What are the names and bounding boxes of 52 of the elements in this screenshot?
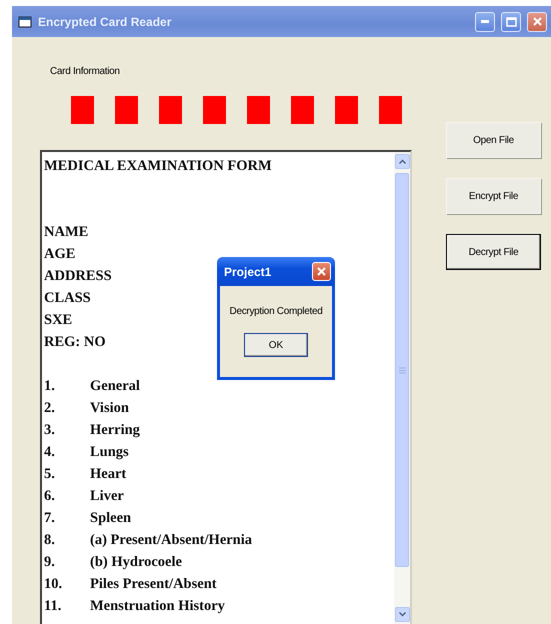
form-field-label: ADDRESS — [44, 267, 112, 286]
dialog-close-button[interactable] — [312, 262, 331, 281]
chevron-down-icon — [398, 612, 406, 617]
minimize-button[interactable] — [475, 12, 495, 32]
action-button[interactable]: Decrypt File — [446, 234, 541, 270]
item-label: Spleen — [90, 509, 132, 528]
scroll-down-button[interactable] — [394, 607, 410, 622]
item-label: Heart — [90, 465, 128, 484]
close-icon — [532, 16, 542, 27]
item-label: Liver — [90, 487, 125, 506]
action-button[interactable]: Open File — [446, 122, 541, 158]
item-number: 1. — [44, 377, 56, 396]
form-field-label: AGE — [44, 245, 76, 264]
item-number: 8. — [44, 531, 56, 550]
item-number: 9. — [44, 553, 56, 572]
close-icon — [316, 266, 327, 277]
maximize-icon — [506, 16, 516, 26]
dialog-title: Project1 — [224, 264, 272, 278]
window-title: Encrypted Card Reader — [38, 14, 172, 28]
item-number: 4. — [44, 443, 56, 462]
item-number: 5. — [44, 465, 56, 484]
app-icon — [18, 16, 32, 28]
minimize-icon — [481, 20, 489, 23]
chevron-up-icon — [398, 159, 406, 164]
document-title: MEDICAL EXAMINATION FORM — [44, 157, 272, 176]
form-field-label: SXE — [44, 311, 72, 330]
dialog-message: Decryption Completed — [230, 306, 322, 317]
document-text-box[interactable] — [40, 150, 412, 624]
item-number: 2. — [44, 399, 56, 418]
item-label: Lungs — [90, 443, 130, 462]
item-label: Herring — [90, 421, 141, 440]
scroll-up-button[interactable] — [394, 154, 410, 169]
grip-icon — [398, 366, 406, 374]
item-label: Menstruation History — [90, 597, 226, 616]
form-field-label: NAME — [44, 223, 88, 242]
action-button[interactable]: Encrypt File — [446, 178, 541, 214]
item-label: (a) Present/Absent/Hernia — [90, 531, 254, 550]
item-label: (b) Hydrocoele — [90, 553, 183, 572]
item-number: 3. — [44, 421, 56, 440]
item-label: Vision — [90, 399, 130, 418]
item-label: General — [90, 377, 141, 396]
ok-button[interactable]: OK — [244, 333, 308, 357]
item-number: 10. — [44, 575, 64, 594]
item-number: 6. — [44, 487, 56, 506]
close-button[interactable] — [527, 12, 547, 32]
maximize-button[interactable] — [501, 12, 521, 32]
form-field-label: REG: NO — [44, 333, 106, 352]
item-label: Piles Present/Absent — [90, 575, 218, 594]
item-number: 7. — [44, 509, 56, 528]
card-information-label: Card Information — [50, 66, 121, 77]
form-field-label: CLASS — [44, 289, 91, 308]
item-number: 11. — [44, 597, 62, 616]
